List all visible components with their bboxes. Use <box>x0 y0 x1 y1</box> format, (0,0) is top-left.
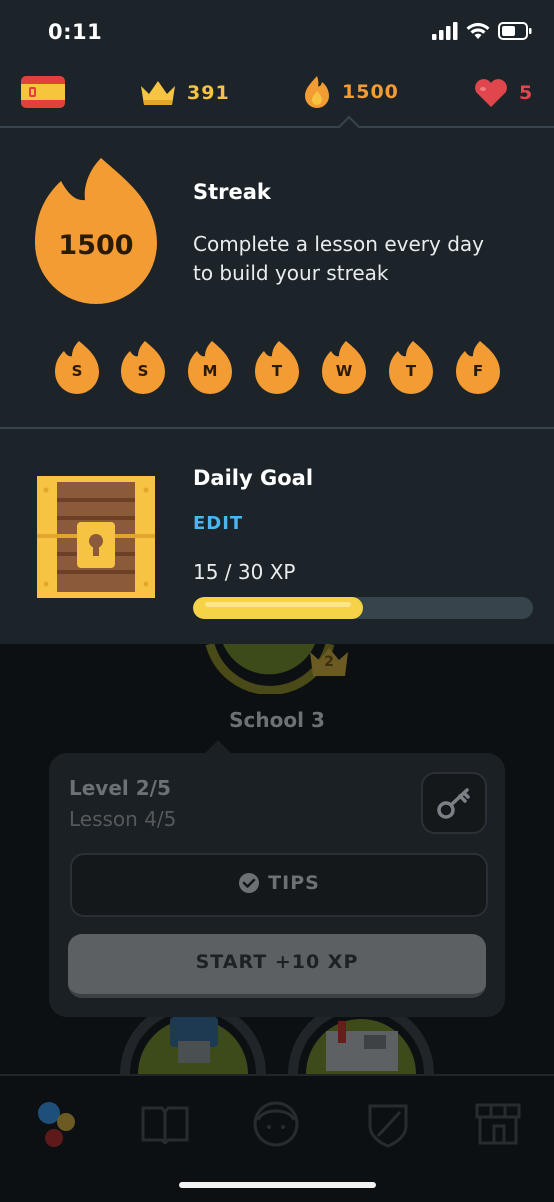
shield-icon <box>368 1104 408 1148</box>
streak-flame-icon <box>305 76 329 108</box>
nav-stories-tab[interactable] <box>140 1104 190 1148</box>
start-label: START +10 XP <box>195 951 359 973</box>
trophy-skill-icon <box>120 1017 266 1074</box>
day-flame: M <box>186 340 234 396</box>
day-letter: M <box>202 362 218 380</box>
streak-title: Streak <box>193 180 271 204</box>
tips-label: TIPS <box>268 872 320 894</box>
shop-icon <box>475 1103 521 1145</box>
day-flame: F <box>454 340 502 396</box>
daily-goal-title: Daily Goal <box>193 466 314 490</box>
day-letter: S <box>71 362 83 380</box>
stats-bar: 391 1500 5 <box>0 64 554 139</box>
day-letter: F <box>472 362 484 380</box>
day-letter: S <box>137 362 149 380</box>
check-circle-icon <box>239 873 260 893</box>
streak-stat[interactable]: 1500 <box>302 74 399 110</box>
week-days-row: S S M T W T F <box>0 340 554 398</box>
system-icons <box>432 22 532 40</box>
crowns-stat[interactable]: 391 <box>139 78 230 108</box>
goal-progress-fill <box>193 597 363 619</box>
streak-count: 1500 <box>342 81 399 103</box>
day-flame: S <box>53 340 101 396</box>
day-letter: W <box>335 362 353 380</box>
lesson-text: Lesson 4/5 <box>69 807 177 831</box>
streak-badge-value: 1500 <box>58 230 134 261</box>
day-flame: S <box>119 340 167 396</box>
home-indicator <box>179 1182 376 1188</box>
language-flag-button[interactable] <box>21 76 65 112</box>
level-text: Level 2/5 <box>69 776 171 800</box>
hearts-count: 5 <box>519 82 534 104</box>
tips-button[interactable]: TIPS <box>70 853 488 917</box>
start-lesson-button[interactable]: START +10 XP <box>68 934 486 998</box>
hearts-stat[interactable]: 5 <box>473 78 533 108</box>
crowns-count: 391 <box>187 82 230 104</box>
skill-crown-level: 2 <box>324 654 334 670</box>
day-letter: T <box>271 362 283 380</box>
skill-bubble[interactable] <box>288 1017 434 1074</box>
battery-icon <box>498 22 532 40</box>
streak-description-line1: Complete a lesson every day <box>193 232 484 256</box>
edit-goal-link[interactable]: EDIT <box>193 513 243 534</box>
profile-icon <box>253 1101 299 1147</box>
crown-icon <box>141 81 175 105</box>
book-skill-icon <box>288 1017 434 1074</box>
streak-badge: 1500 <box>33 156 159 306</box>
nav-profile-tab[interactable] <box>250 1100 302 1152</box>
goal-progress-text: 15 / 30 XP <box>193 560 296 584</box>
spain-flag-icon <box>21 76 65 108</box>
daily-goal-panel: Daily Goal EDIT 15 / 30 XP <box>0 429 554 644</box>
nav-leaderboard-tab[interactable] <box>366 1102 410 1152</box>
day-flame: W <box>320 340 368 396</box>
day-letter: T <box>405 362 417 380</box>
nav-shop-tab[interactable] <box>474 1102 522 1150</box>
status-time: 0:11 <box>48 20 103 44</box>
goal-progress-bar <box>193 597 533 619</box>
day-flame: T <box>253 340 301 396</box>
test-out-key-button[interactable] <box>421 772 487 834</box>
streak-description-line2: to build your streak <box>193 261 389 285</box>
signal-icon <box>432 22 458 40</box>
heart-icon <box>475 79 507 107</box>
book-icon <box>141 1106 189 1146</box>
streak-panel: 1500 Streak Complete a lesson every day … <box>0 128 554 429</box>
skill-bubble[interactable] <box>120 1017 266 1074</box>
status-bar: 0:11 <box>0 0 554 64</box>
day-flame: T <box>387 340 435 396</box>
treasure-chest-icon <box>33 474 159 604</box>
nav-learn-tab[interactable] <box>36 1100 78 1152</box>
key-icon <box>437 788 470 819</box>
skill-name: School 3 <box>229 708 325 732</box>
wifi-icon <box>466 22 490 39</box>
learn-dots-icon <box>38 1102 75 1147</box>
